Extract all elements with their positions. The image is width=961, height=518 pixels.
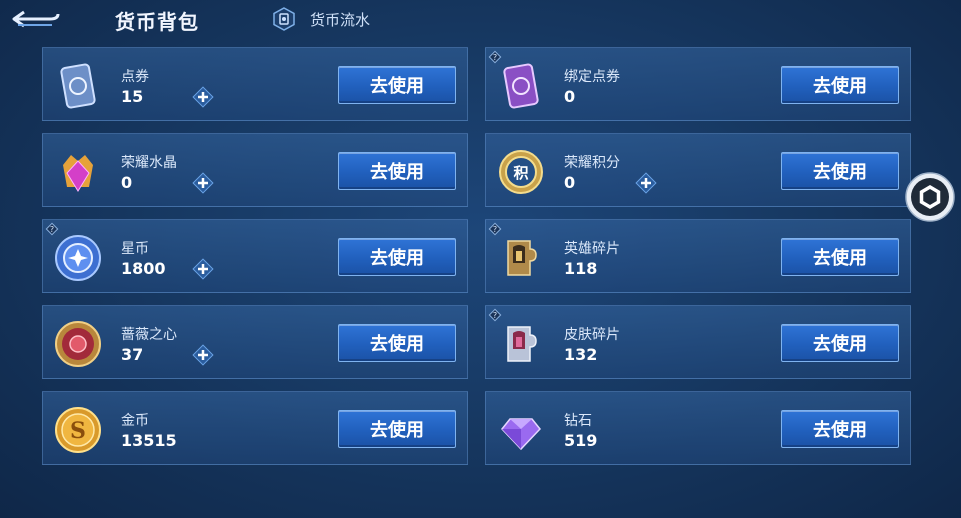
use-button[interactable]: 去使用 xyxy=(781,410,899,448)
glory-points-icon: 积 xyxy=(499,150,543,194)
item-name: 金币 xyxy=(121,413,149,429)
item-value: 0 xyxy=(564,173,576,192)
currency-flow-tab[interactable]: 货币流水 xyxy=(272,6,370,32)
currency-card-gold-coin: S 金币 13515 去使用 xyxy=(42,391,468,465)
item-name: 荣耀积分 xyxy=(564,155,620,171)
back-button[interactable] xyxy=(10,6,62,32)
currency-card-hero-fragment: ? 英雄碎片 118 去使用 xyxy=(485,219,911,293)
item-value: 0 xyxy=(564,87,576,106)
use-button[interactable]: 去使用 xyxy=(781,238,899,276)
gold-coin-icon: S xyxy=(55,407,101,453)
diamond-icon xyxy=(501,418,541,451)
plus-icon[interactable] xyxy=(191,85,215,109)
page-title: 货币背包 xyxy=(115,10,199,34)
use-button[interactable]: 去使用 xyxy=(338,66,456,104)
currency-flow-icon xyxy=(273,7,295,31)
svg-text:积: 积 xyxy=(513,164,528,182)
item-name: 英雄碎片 xyxy=(564,241,620,257)
floating-menu-button[interactable] xyxy=(905,172,955,222)
plus-icon[interactable] xyxy=(191,257,215,281)
back-arrow-icon xyxy=(12,10,60,28)
currency-flow-label: 货币流水 xyxy=(310,10,371,29)
item-name: 点券 xyxy=(121,69,149,85)
item-value: 1800 xyxy=(121,259,166,278)
currency-card-star-coin: ? 星币 1800 去使用 xyxy=(42,219,468,293)
currency-card-coupon: 点券 15 去使用 xyxy=(42,47,468,121)
rose-heart-icon xyxy=(55,321,101,367)
star-coin-icon xyxy=(55,235,101,281)
currency-card-rose-heart: 蔷薇之心 37 去使用 xyxy=(42,305,468,379)
item-value: 118 xyxy=(564,259,598,278)
coupon-icon xyxy=(60,63,96,109)
hexagon-menu-icon xyxy=(905,172,955,222)
plus-icon[interactable] xyxy=(191,343,215,367)
item-value: 15 xyxy=(121,87,144,106)
currency-card-glory-points: 积 荣耀积分 0 去使用 xyxy=(485,133,911,207)
item-value: 519 xyxy=(564,431,598,450)
item-value: 132 xyxy=(564,345,598,364)
currency-card-diamond: 钻石 519 去使用 xyxy=(485,391,911,465)
item-name: 星币 xyxy=(121,241,149,257)
glory-crystal-icon xyxy=(63,155,93,192)
use-button[interactable]: 去使用 xyxy=(338,152,456,190)
plus-icon[interactable] xyxy=(634,171,658,195)
svg-text:S: S xyxy=(70,418,86,444)
hero-fragment-icon xyxy=(507,240,537,276)
item-value: 13515 xyxy=(121,431,177,450)
item-name: 钻石 xyxy=(564,413,592,429)
use-button[interactable]: 去使用 xyxy=(338,410,456,448)
currency-card-glory-crystal: 荣耀水晶 0 去使用 xyxy=(42,133,468,207)
use-button[interactable]: 去使用 xyxy=(338,238,456,276)
plus-icon[interactable] xyxy=(191,171,215,195)
use-button[interactable]: 去使用 xyxy=(781,66,899,104)
currency-card-bound-coupon: ? 绑定点券 0 去使用 xyxy=(485,47,911,121)
item-name: 绑定点券 xyxy=(564,69,620,85)
item-name: 皮肤碎片 xyxy=(564,327,620,343)
item-value: 0 xyxy=(121,173,133,192)
item-name: 荣耀水晶 xyxy=(121,155,177,171)
bound-coupon-icon xyxy=(503,63,539,109)
skin-fragment-icon xyxy=(507,326,537,362)
use-button[interactable]: 去使用 xyxy=(781,324,899,362)
use-button[interactable]: 去使用 xyxy=(338,324,456,362)
item-value: 37 xyxy=(121,345,144,364)
item-name: 蔷薇之心 xyxy=(121,327,177,343)
use-button[interactable]: 去使用 xyxy=(781,152,899,190)
currency-card-skin-fragment: ? 皮肤碎片 132 去使用 xyxy=(485,305,911,379)
header: 货币背包 货币流水 xyxy=(0,0,961,40)
